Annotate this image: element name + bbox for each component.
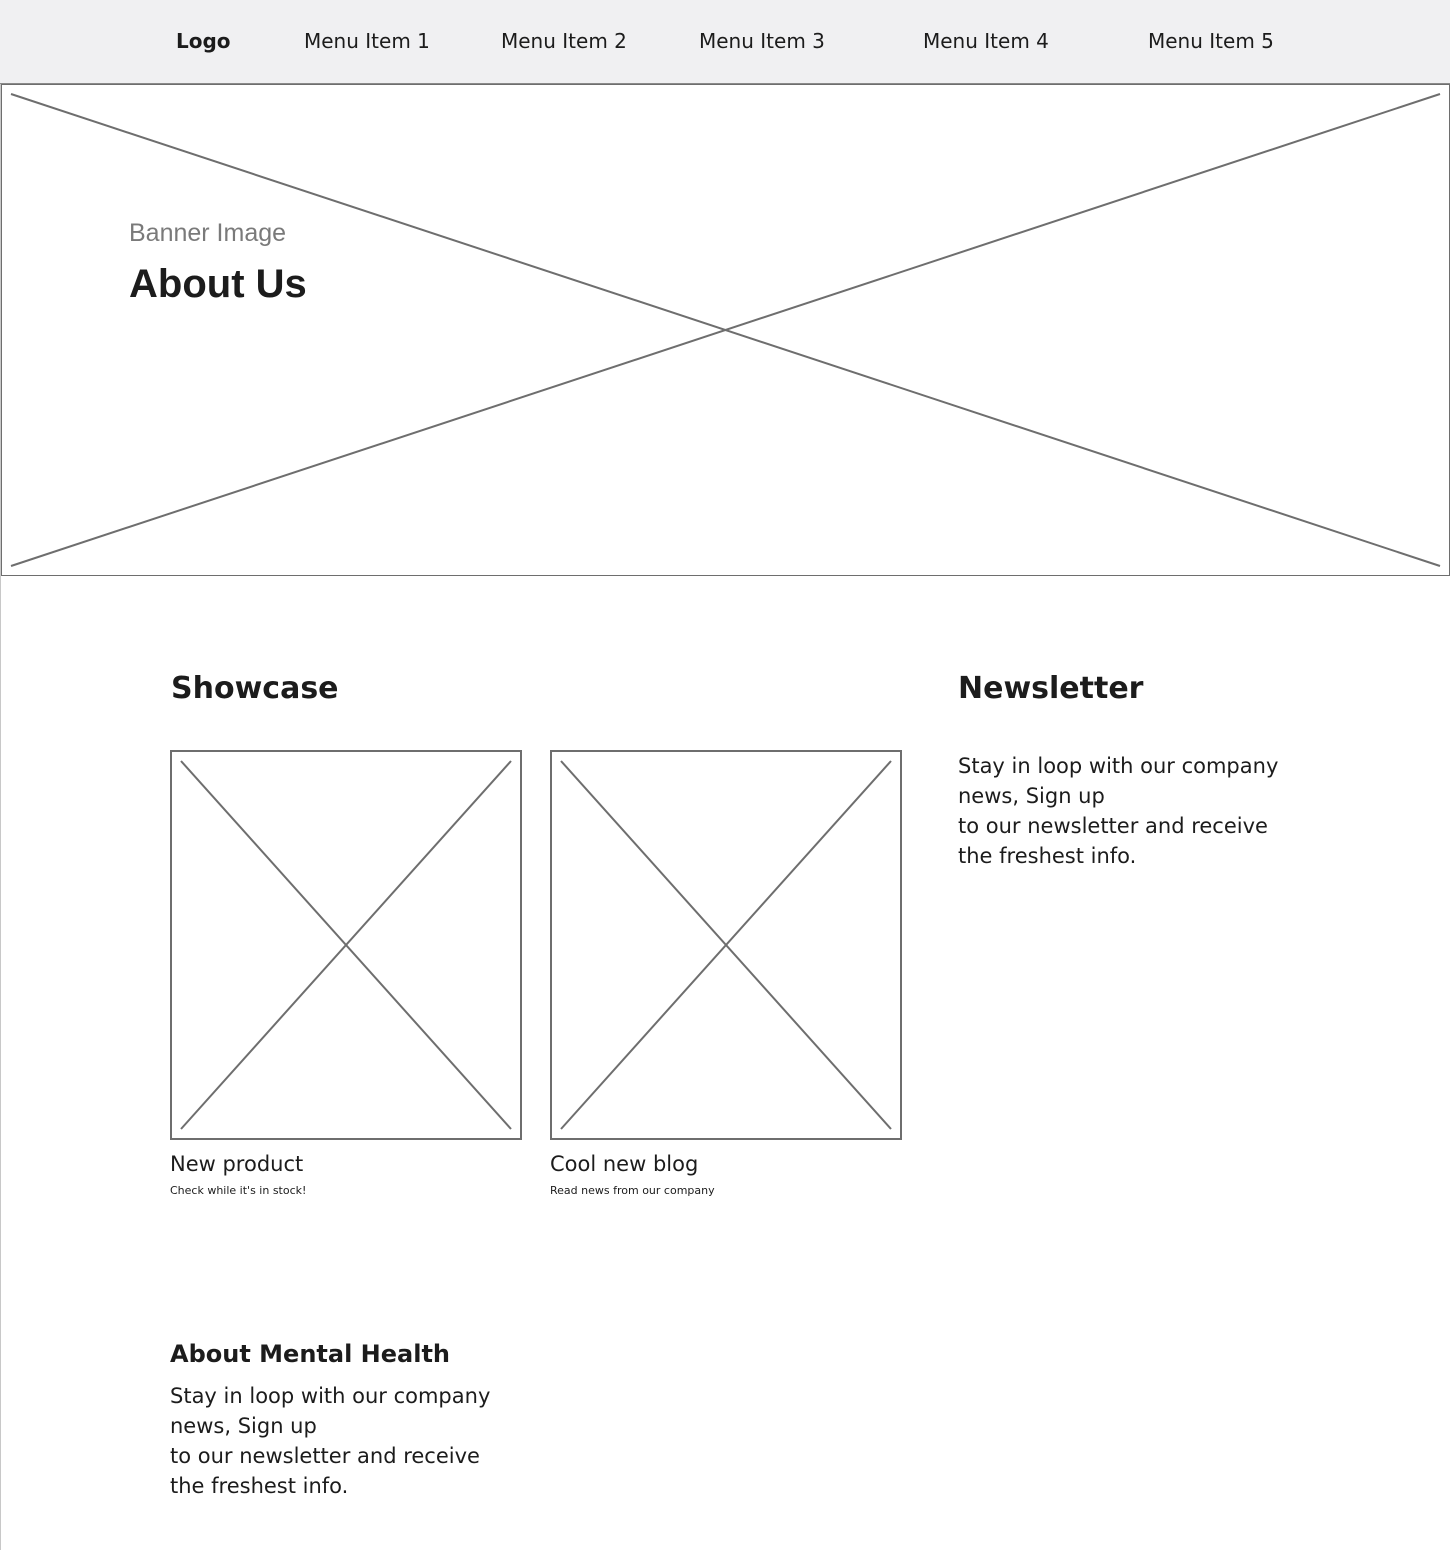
newsletter-heading: Newsletter: [958, 671, 1144, 706]
image-placeholder-cross-icon: [560, 760, 892, 1130]
page-title: About Us: [129, 262, 307, 306]
nav-menu-item-1[interactable]: Menu Item 1: [304, 29, 430, 53]
nav-menu-item-4[interactable]: Menu Item 4: [923, 29, 1049, 53]
showcase-card-subtitle-1: Check while it's in stock!: [170, 1184, 307, 1197]
about-text-line: the freshest info.: [170, 1474, 349, 1498]
top-navigation-bar: Logo Menu Item 1 Menu Item 2 Menu Item 3…: [0, 0, 1450, 84]
newsletter-text-line: news, Sign up: [958, 784, 1105, 808]
showcase-card-title-2[interactable]: Cool new blog: [550, 1151, 698, 1177]
about-mental-health-heading: About Mental Health: [170, 1340, 450, 1368]
showcase-card-image-2[interactable]: [550, 750, 902, 1140]
nav-menu-item-2[interactable]: Menu Item 2: [501, 29, 627, 53]
about-text-line: Stay in loop with our company: [170, 1384, 491, 1408]
image-placeholder-cross-icon: [180, 760, 512, 1130]
showcase-card-image-1[interactable]: [170, 750, 522, 1140]
about-text-line: news, Sign up: [170, 1414, 317, 1438]
logo[interactable]: Logo: [176, 29, 231, 53]
about-mental-health-text: Stay in loop with our company news, Sign…: [170, 1381, 490, 1501]
banner-caption: Banner Image: [129, 219, 287, 247]
showcase-card-subtitle-2: Read news from our company: [550, 1184, 715, 1197]
image-placeholder-cross-icon: [10, 93, 1441, 567]
newsletter-text: Stay in loop with our company news, Sign…: [958, 751, 1278, 871]
about-text-line: to our newsletter and receive: [170, 1444, 480, 1468]
showcase-heading: Showcase: [171, 671, 339, 706]
showcase-card-title-1[interactable]: New product: [170, 1151, 303, 1177]
newsletter-text-line: Stay in loop with our company: [958, 754, 1279, 778]
nav-menu-item-5[interactable]: Menu Item 5: [1148, 29, 1274, 53]
nav-menu-item-3[interactable]: Menu Item 3: [699, 29, 825, 53]
banner-image-placeholder: Banner Image About Us: [1, 84, 1450, 576]
newsletter-text-line: the freshest info.: [958, 844, 1137, 868]
newsletter-text-line: to our newsletter and receive: [958, 814, 1268, 838]
